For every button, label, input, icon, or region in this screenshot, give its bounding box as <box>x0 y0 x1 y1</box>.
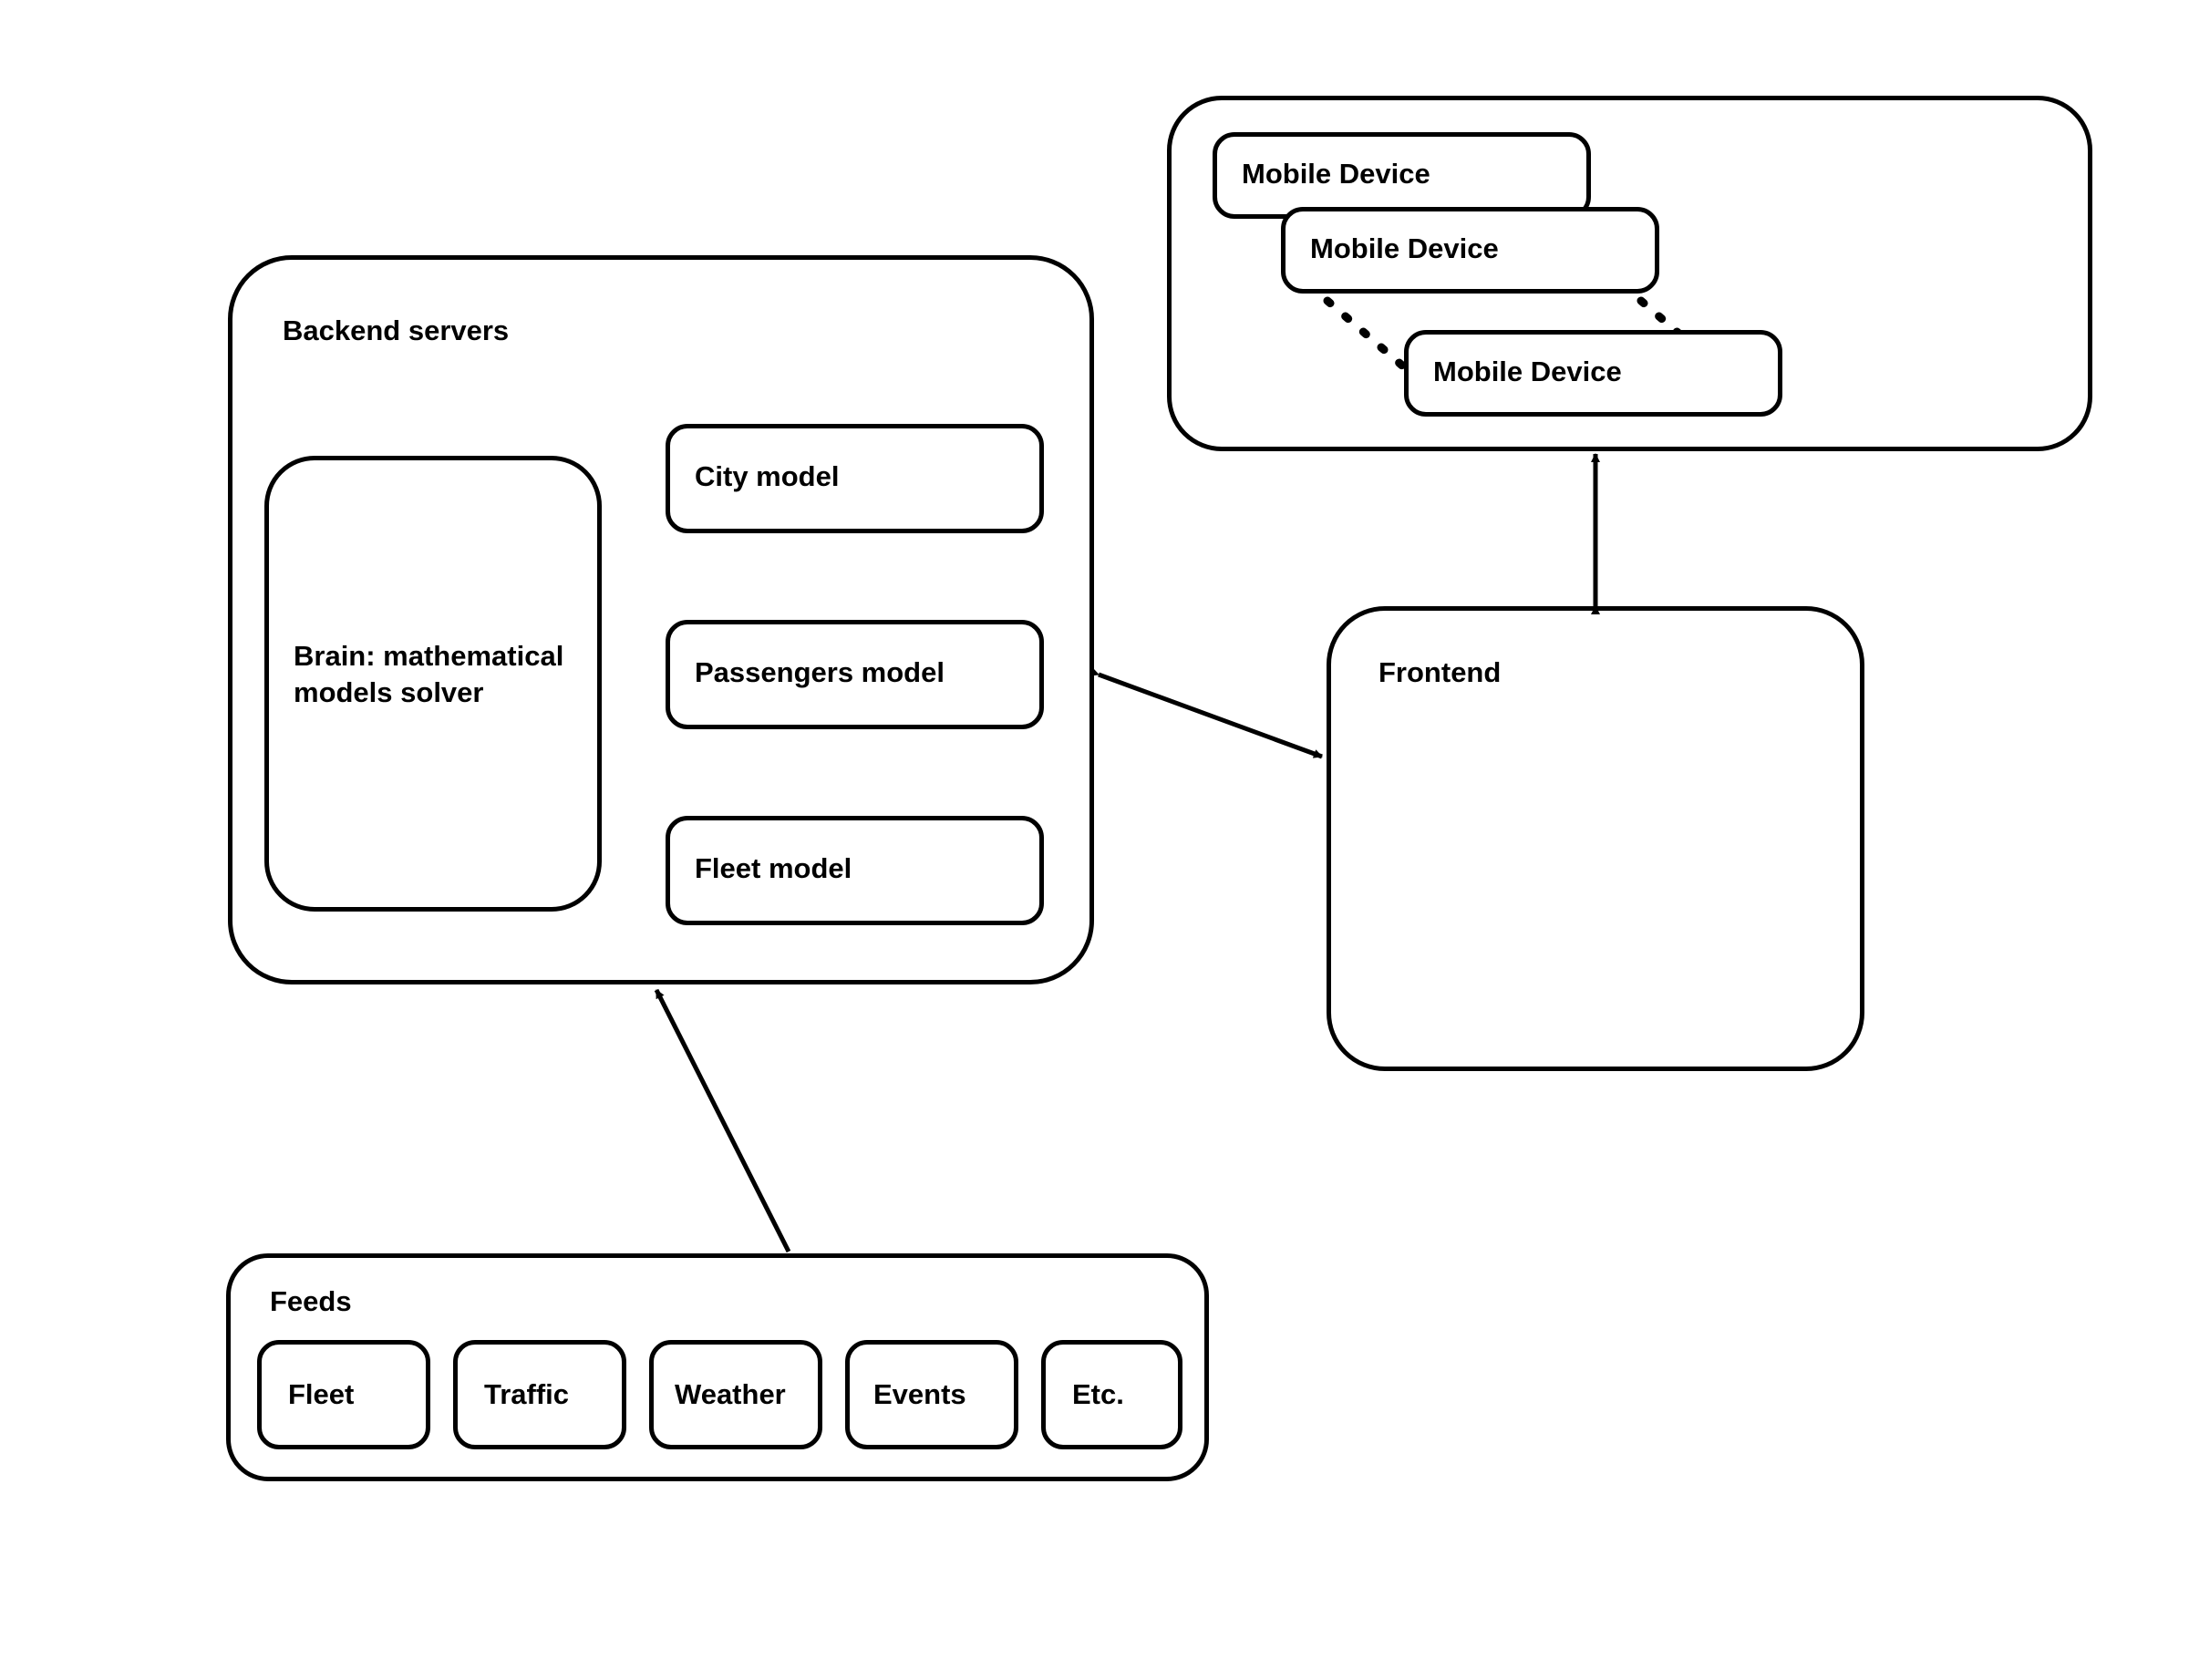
backend-title: Backend servers <box>283 314 509 347</box>
feeds-title: Feeds <box>270 1285 352 1318</box>
frontend-title: Frontend <box>1378 656 1501 689</box>
feed-traffic-label: Traffic <box>484 1378 569 1411</box>
arrow-backend-frontend <box>1099 675 1322 757</box>
mobile-device-2-label: Mobile Device <box>1310 232 1499 265</box>
brain-label: Brain: mathematical models solver <box>294 638 567 712</box>
architecture-diagram: Backend servers Brain: mathematical mode… <box>0 0 2189 1680</box>
feed-fleet-label: Fleet <box>288 1378 354 1411</box>
city-model-label: City model <box>695 460 839 493</box>
feed-events-label: Events <box>873 1378 966 1411</box>
passengers-model-label: Passengers model <box>695 656 945 689</box>
mobile-device-3-label: Mobile Device <box>1433 356 1622 388</box>
mobile-device-1-label: Mobile Device <box>1242 158 1430 191</box>
fleet-model-label: Fleet model <box>695 852 852 885</box>
feed-weather-label: Weather <box>675 1378 786 1411</box>
feed-etc-label: Etc. <box>1072 1378 1124 1411</box>
arrow-feeds-backend <box>656 990 789 1252</box>
